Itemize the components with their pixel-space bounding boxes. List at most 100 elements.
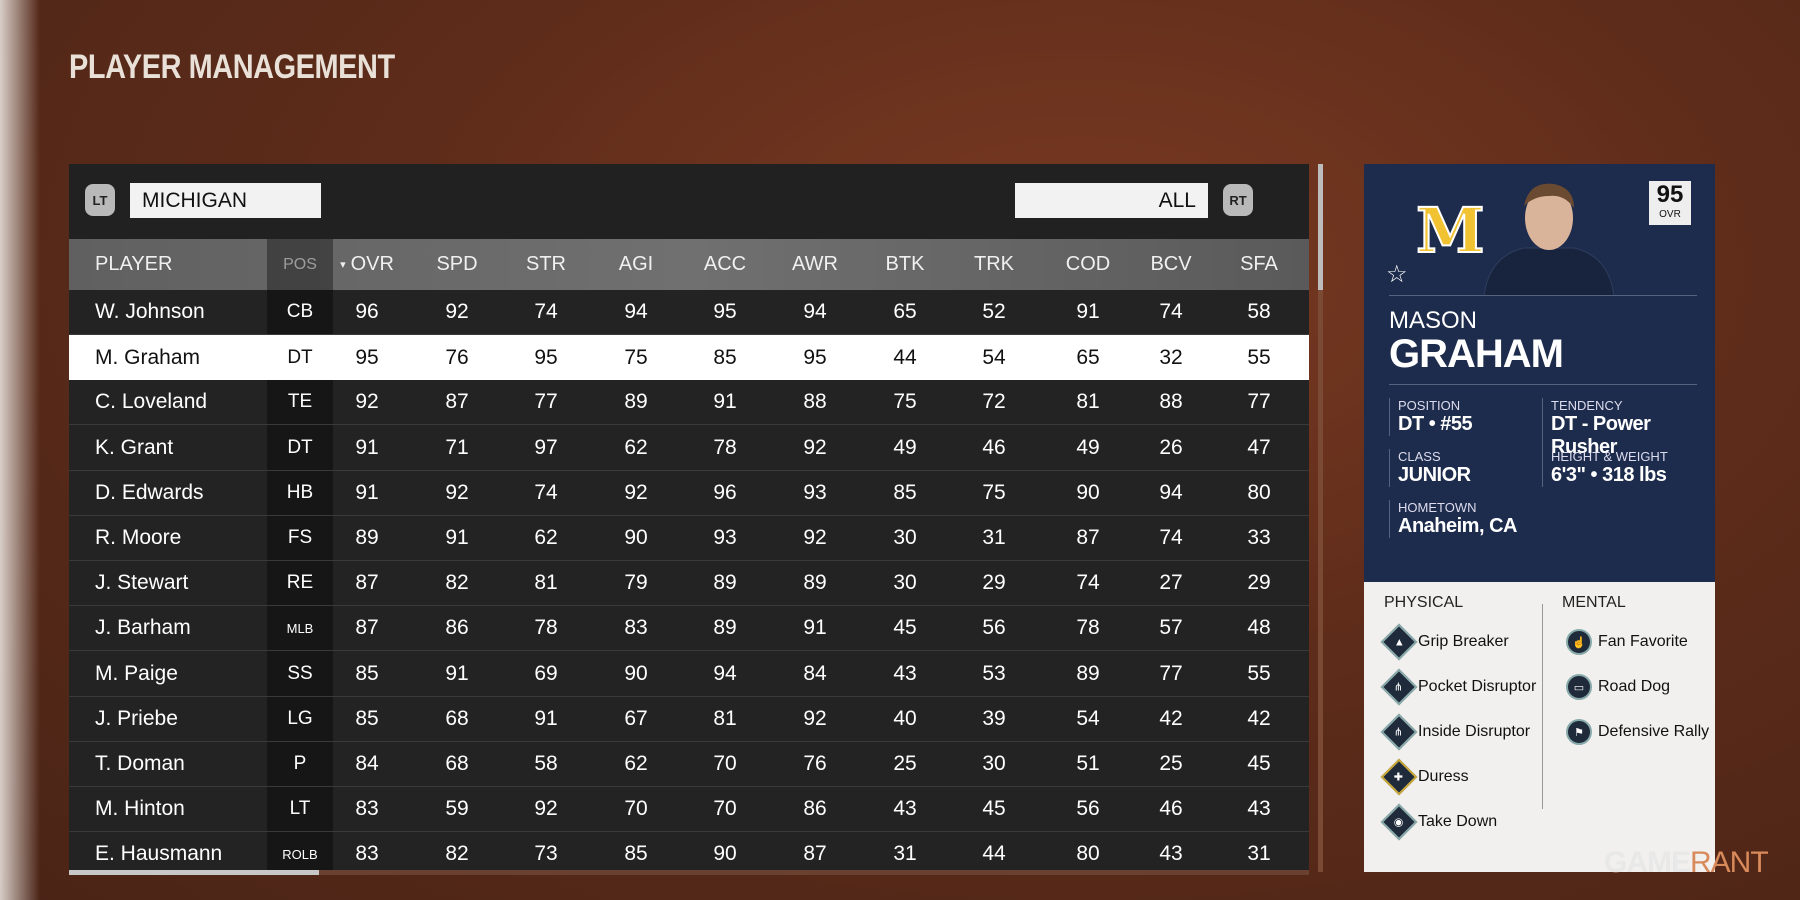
column-header-awr[interactable]: AWR <box>785 239 845 290</box>
table-row[interactable]: D. Edwards HB 91 92 74 92 96 93 85 75 90 94 80 <box>69 471 1309 516</box>
column-header-agi[interactable]: AGI <box>606 239 666 290</box>
hometown-value: Anaheim, CA <box>1398 515 1517 537</box>
stat-spd: 91 <box>445 661 469 685</box>
rt-bumper-icon[interactable]: RT <box>1223 184 1253 216</box>
column-header-btk[interactable]: BTK <box>875 239 935 290</box>
stat-btk: 75 <box>893 390 917 414</box>
mental-ability: ▭ Road Dog <box>1566 674 1670 700</box>
column-header-spd[interactable]: SPD <box>427 239 487 290</box>
stat-acc: 89 <box>713 616 737 640</box>
physical-ability: ⋔ Pocket Disruptor <box>1380 668 1537 706</box>
stat-agi: 94 <box>624 300 648 323</box>
stat-awr: 93 <box>803 480 827 504</box>
stat-agi: 62 <box>624 752 648 775</box>
table-row[interactable]: K. Grant DT 91 71 97 62 78 92 49 46 49 26 47 <box>69 426 1309 471</box>
ability-name: Defensive Rally <box>1598 723 1710 740</box>
table-row[interactable]: T. Doman P 84 68 58 62 70 76 25 30 51 25 45 <box>69 742 1309 787</box>
column-header-label: AWR <box>792 253 838 275</box>
lt-bumper-icon[interactable]: LT <box>85 184 115 216</box>
stat-btk: 30 <box>893 571 917 595</box>
table-row[interactable]: R. Moore FS 89 91 62 90 93 92 30 31 87 74 33 <box>69 516 1309 561</box>
stat-bcv: 32 <box>1159 345 1183 369</box>
ability-name: Pocket Disruptor <box>1418 678 1537 695</box>
stat-trk: 75 <box>982 480 1006 504</box>
table-row[interactable]: W. Johnson CB 96 92 74 94 95 94 65 52 91 74 58 <box>69 290 1309 335</box>
stat-ovr: 85 <box>355 661 379 685</box>
stat-ovr: 83 <box>355 842 379 866</box>
filter-bar: LT MICHIGAN ALL RT <box>69 164 1309 239</box>
mental-label: MENTAL <box>1562 594 1626 611</box>
stat-cod: 80 <box>1076 842 1100 866</box>
stat-bcv: 43 <box>1159 842 1183 866</box>
stat-bcv: 42 <box>1159 706 1183 730</box>
column-header-cod[interactable]: COD <box>1058 239 1118 290</box>
table-row[interactable]: E. Hausmann ROLB 83 82 73 85 90 87 31 44 80 43 31 <box>69 832 1309 872</box>
stat-agi: 92 <box>624 480 648 504</box>
stat-ovr: 89 <box>355 526 379 549</box>
tendency-label: TENDENCY <box>1551 398 1623 413</box>
stat-cod: 90 <box>1076 480 1100 504</box>
horizontal-scroll-thumb[interactable] <box>69 870 319 875</box>
table-row[interactable]: M. Graham DT 95 76 95 75 85 95 44 54 65 32 55 <box>69 335 1309 381</box>
player-name: M. Graham <box>95 345 201 369</box>
stat-btk: 40 <box>893 706 917 730</box>
horizontal-scrollbar[interactable] <box>69 870 1309 875</box>
stat-str: 91 <box>534 706 558 730</box>
stat-sfa: 80 <box>1247 480 1271 504</box>
stat-agi: 89 <box>624 390 648 414</box>
stat-cod: 49 <box>1076 435 1100 459</box>
player-name: E. Hausmann <box>95 842 223 866</box>
height-weight-value: 6'3" • 318 lbs <box>1551 464 1667 486</box>
stat-btk: 45 <box>893 616 917 640</box>
stat-awr: 76 <box>803 752 827 775</box>
stat-btk: 25 <box>893 752 917 775</box>
stat-agi: 85 <box>624 842 648 866</box>
stat-sfa: 31 <box>1247 842 1271 866</box>
stat-bcv: 77 <box>1159 661 1183 685</box>
player-name: W. Johnson <box>95 300 205 323</box>
stat-sfa: 45 <box>1247 752 1271 775</box>
stat-btk: 43 <box>893 661 917 685</box>
table-row[interactable]: J. Priebe LG 85 68 91 67 81 92 40 39 54 42 42 <box>69 697 1309 742</box>
stat-sfa: 55 <box>1247 345 1271 369</box>
column-header-sfa[interactable]: SFA <box>1229 239 1289 290</box>
stat-bcv: 26 <box>1159 435 1183 459</box>
stat-bcv: 27 <box>1159 571 1183 595</box>
player-name: R. Moore <box>95 526 182 549</box>
player-name: K. Grant <box>95 435 174 459</box>
vertical-scrollbar[interactable] <box>1318 164 1323 872</box>
player-name: J. Barham <box>95 616 191 640</box>
stat-bcv: 25 <box>1159 752 1183 775</box>
column-header-player[interactable]: PLAYER <box>95 239 265 290</box>
table-row[interactable]: M. Paige SS 85 91 69 90 94 84 43 53 89 77 55 <box>69 652 1309 697</box>
stat-bcv: 46 <box>1159 797 1183 821</box>
column-header-ovr[interactable]: ▾ OVR <box>337 239 397 290</box>
table-row[interactable]: M. Hinton LT 83 59 92 70 70 86 43 45 56 46 43 <box>69 787 1309 833</box>
stat-bcv: 74 <box>1159 526 1183 549</box>
table-row[interactable]: J. Stewart RE 87 82 81 79 89 89 30 29 74 27 29 <box>69 561 1309 607</box>
stat-awr: 91 <box>803 616 827 640</box>
stat-btk: 30 <box>893 526 917 549</box>
stat-cod: 91 <box>1076 300 1100 323</box>
vertical-scroll-thumb[interactable] <box>1318 164 1323 290</box>
stat-trk: 46 <box>982 435 1006 459</box>
column-header-str[interactable]: STR <box>516 239 576 290</box>
star-icon: ☆ <box>1386 261 1408 288</box>
mental-ability: ☝ Fan Favorite <box>1566 629 1688 655</box>
table-row[interactable]: J. Barham MLB 87 86 78 83 89 91 45 56 78 57 48 <box>69 606 1309 652</box>
stat-ovr: 91 <box>355 480 379 504</box>
column-header-bcv[interactable]: BCV <box>1141 239 1201 290</box>
player-position: P <box>293 753 307 774</box>
stat-ovr: 96 <box>355 300 379 323</box>
column-header-trk[interactable]: TRK <box>964 239 1024 290</box>
position-filter[interactable]: ALL <box>1015 183 1208 218</box>
hometown-label: HOMETOWN <box>1398 500 1477 515</box>
stat-spd: 71 <box>445 435 469 459</box>
player-name: M. Hinton <box>95 797 185 821</box>
stat-acc: 96 <box>713 480 737 504</box>
column-header-acc[interactable]: ACC <box>695 239 755 290</box>
team-filter[interactable]: MICHIGAN <box>130 183 321 218</box>
ability-name: Grip Breaker <box>1418 633 1509 650</box>
table-row[interactable]: C. Loveland TE 92 87 77 89 91 88 75 72 81 88 77 <box>69 380 1309 426</box>
stat-awr: 92 <box>803 435 827 459</box>
